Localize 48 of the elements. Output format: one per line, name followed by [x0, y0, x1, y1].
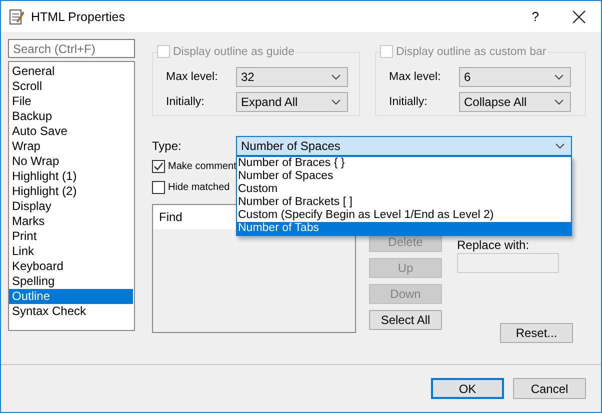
field-label: Initially: [389, 96, 428, 108]
chevron-down-icon [554, 74, 564, 80]
category-item[interactable]: Print [9, 229, 133, 244]
dropdown-option[interactable]: Number of Tabs [237, 222, 571, 235]
checkbox-label: Make comment [168, 161, 236, 172]
field-label: Max level: [166, 70, 219, 82]
checkbox-label: Display outline as custom bar [396, 46, 546, 58]
field-label: Type: [152, 139, 182, 153]
category-item[interactable]: Highlight (2) [9, 184, 133, 199]
dropdown-option[interactable]: Custom [237, 183, 571, 196]
category-item[interactable]: Highlight (1) [9, 169, 133, 184]
help-button[interactable]: ? [532, 9, 539, 24]
category-item[interactable]: Keyboard [9, 259, 133, 274]
list-button[interactable]: Select All [369, 310, 442, 330]
notepad-icon [8, 8, 24, 24]
chevron-down-icon [331, 74, 341, 80]
dialog-button[interactable]: OK [431, 378, 504, 399]
checkbox-label: Hide matched [168, 182, 230, 193]
chevron-down-icon [554, 98, 564, 104]
dropdown-option[interactable]: Number of Spaces [237, 170, 571, 183]
category-item[interactable]: Outline [9, 289, 133, 304]
checkbox[interactable] [152, 160, 165, 173]
checkbox-label: Display outline as guide [173, 46, 294, 58]
window-title: HTML Properties [31, 10, 126, 24]
category-item[interactable]: File [9, 94, 133, 109]
close-icon[interactable] [572, 10, 586, 24]
field-label: Initially: [166, 96, 206, 108]
type-dropdown[interactable]: Number of Spaces [236, 136, 572, 156]
category-item[interactable]: General [9, 64, 133, 79]
category-item[interactable]: No Wrap [9, 154, 133, 169]
category-item[interactable]: Link [9, 244, 133, 259]
category-item[interactable]: Backup [9, 109, 133, 124]
category-item[interactable]: Marks [9, 214, 133, 229]
search-field[interactable]: Search (Ctrl+F) [8, 39, 135, 58]
category-item[interactable]: Syntax Check [9, 304, 133, 319]
chevron-down-icon [555, 143, 565, 149]
checkbox[interactable] [152, 181, 165, 194]
dropdown-option[interactable]: Number of Braces { } [237, 157, 571, 170]
category-item[interactable]: Scroll [9, 79, 133, 94]
field-label: Replace with: [457, 238, 530, 252]
category-item[interactable]: Wrap [9, 139, 133, 154]
dialog-button[interactable]: Cancel [513, 378, 586, 399]
field-label: Max level: [389, 70, 442, 82]
category-item[interactable]: Auto Save [9, 124, 133, 139]
category-item[interactable]: Display [9, 199, 133, 214]
chevron-down-icon [331, 98, 341, 104]
reset-button[interactable]: Reset... [500, 323, 573, 343]
category-item[interactable]: Spelling [9, 274, 133, 289]
